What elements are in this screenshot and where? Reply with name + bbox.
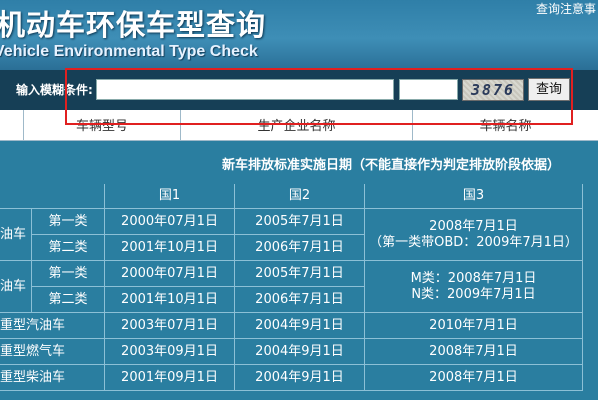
header-g1: 国1: [105, 184, 235, 209]
g3-line2: （第一类带OBD：2009年7月1日）: [369, 234, 578, 250]
cell-g1: 2003年09月1日: [105, 339, 235, 365]
cell-g2: 2005年7月1日: [235, 209, 365, 235]
page-subtitle: Vehicle Environmental Type Check: [0, 43, 258, 60]
cell-g1: 2000年07月1日: [105, 261, 235, 287]
table-corner: [0, 184, 105, 209]
group-label: 重型柴油车: [0, 365, 105, 391]
cell-g2: 2006年7月1日: [235, 235, 365, 261]
cell-g2: 2006年7月1日: [235, 287, 365, 313]
standards-heading-row: 新车排放标准实施日期（不能直接作为判定排放阶段依据）: [0, 142, 598, 184]
cell-g2: 2004年9月1日: [235, 365, 365, 391]
group-label: 油车: [0, 261, 32, 313]
standards-heading: 新车排放标准实施日期（不能直接作为判定排放阶段依据）: [222, 158, 561, 173]
cell-g1: 2003年07月1日: [105, 313, 235, 339]
cell-g1: 2001年09月1日: [105, 365, 235, 391]
page: 机动车环保车型查询 Vehicle Environmental Type Che…: [0, 0, 598, 400]
cell-g1: 2000年07月1日: [105, 209, 235, 235]
highlight-box: [65, 68, 573, 125]
cell-g1: 2001年10月1日: [105, 287, 235, 313]
cell-g2: 2004年9月1日: [235, 313, 365, 339]
header-banner: 机动车环保车型查询 Vehicle Environmental Type Che…: [0, 0, 598, 70]
class-label: 第二类: [32, 235, 105, 261]
g3-line2: N类：2009年7月1日: [411, 286, 536, 302]
cell-g1: 2001年10月1日: [105, 235, 235, 261]
standards-table: 国1 国2 国3 油车 第一类 2000年07月1日 2005年7月1日 200…: [0, 184, 598, 400]
cell-g2: 2005年7月1日: [235, 261, 365, 287]
cell-g3: 2008年7月1日: [365, 339, 583, 365]
group-label: 重型燃气车: [0, 339, 105, 365]
column-blank: [0, 110, 23, 141]
class-label: 第一类: [32, 261, 105, 287]
cell-g3: 2008年7月1日: [365, 365, 583, 391]
header-g3: 国3: [365, 184, 583, 209]
cell-g2: 2004年9月1日: [235, 339, 365, 365]
group-label: 油车: [0, 209, 32, 261]
class-label: 第一类: [32, 209, 105, 235]
class-label: 第二类: [32, 287, 105, 313]
header-g2: 国2: [235, 184, 365, 209]
cell-g3: 2010年7月1日: [365, 313, 583, 339]
g3-line1: 2008年7月1日: [429, 218, 518, 234]
g3-line1: M类：2008年7月1日: [410, 270, 537, 286]
cell-g3-merged: 2008年7月1日 （第一类带OBD：2009年7月1日）: [365, 209, 583, 261]
query-notice-link[interactable]: 查询注意事: [536, 0, 596, 17]
cell-g3-merged: M类：2008年7月1日 N类：2009年7月1日: [365, 261, 583, 313]
page-title: 机动车环保车型查询: [0, 8, 267, 42]
group-label: 重型汽油车: [0, 313, 105, 339]
